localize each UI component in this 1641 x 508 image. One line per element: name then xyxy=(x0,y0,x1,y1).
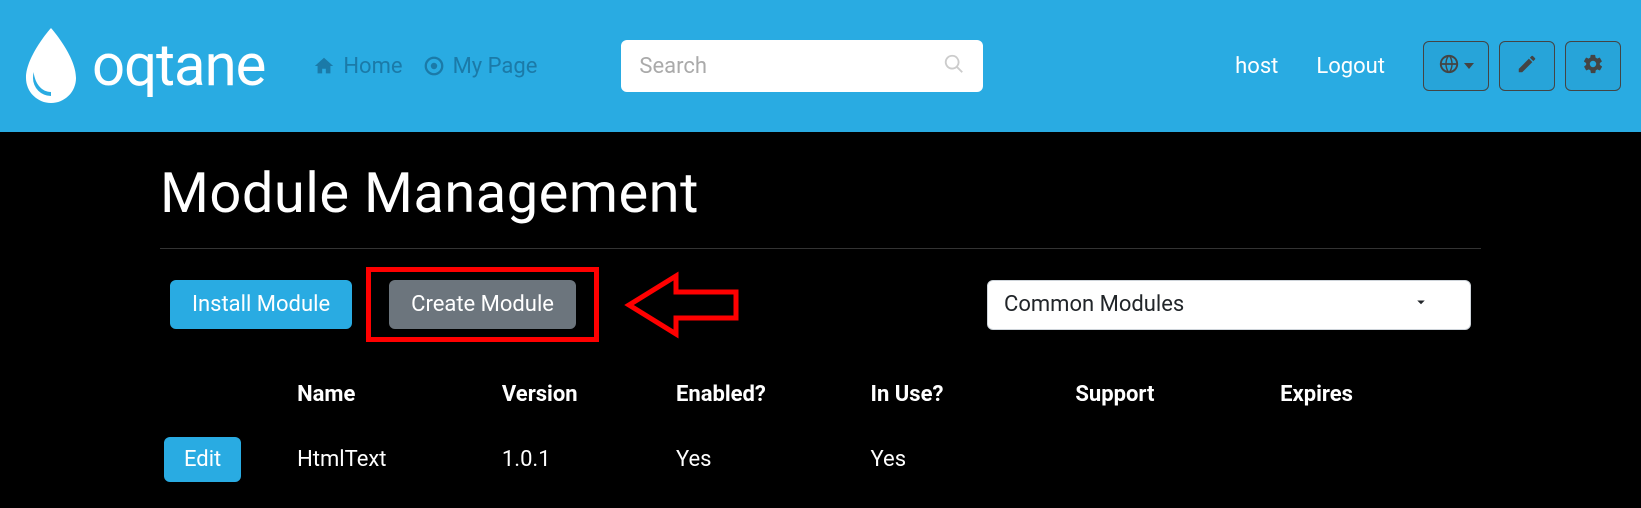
home-icon xyxy=(313,55,335,77)
cell-support xyxy=(1071,427,1276,492)
cell-name: HtmlText xyxy=(293,427,498,492)
create-module-button[interactable]: Create Module xyxy=(389,280,576,329)
logo[interactable]: oqtane xyxy=(20,26,265,106)
top-header: oqtane Home My Page host Logout xyxy=(0,0,1641,132)
user-link[interactable]: host xyxy=(1235,54,1278,79)
main-content: Module Management Install Module Create … xyxy=(0,132,1641,492)
logo-text: oqtane xyxy=(92,32,265,100)
filter-select[interactable]: Common Modules xyxy=(987,280,1471,330)
search-input[interactable] xyxy=(639,54,943,79)
primary-nav: Home My Page xyxy=(313,54,537,79)
col-version: Version xyxy=(498,372,672,427)
header-right: host Logout xyxy=(1235,41,1621,91)
modules-table: Name Version Enabled? In Use? Support Ex… xyxy=(160,372,1481,492)
col-expires: Expires xyxy=(1276,372,1481,427)
globe-icon xyxy=(1438,53,1460,79)
target-icon xyxy=(423,55,445,77)
cell-inuse: Yes xyxy=(867,427,1072,492)
edit-row-button[interactable]: Edit xyxy=(164,437,241,482)
nav-label: My Page xyxy=(453,54,538,79)
install-module-button[interactable]: Install Module xyxy=(170,280,352,329)
nav-label: Home xyxy=(343,54,402,79)
annotation-arrow-icon xyxy=(621,270,741,340)
gear-icon xyxy=(1582,53,1604,79)
settings-button[interactable] xyxy=(1565,41,1621,91)
header-action-group xyxy=(1423,41,1621,91)
cell-expires xyxy=(1276,427,1481,492)
toolbar: Install Module Create Module Common Modu… xyxy=(160,267,1481,342)
search-icon[interactable] xyxy=(943,53,965,79)
filter-select-value: Common Modules xyxy=(1004,292,1184,317)
col-name: Name xyxy=(293,372,498,427)
logo-mark-icon xyxy=(20,26,82,106)
divider xyxy=(160,248,1481,249)
chevron-down-icon xyxy=(1464,63,1474,69)
col-action xyxy=(160,372,293,427)
nav-home[interactable]: Home xyxy=(313,54,402,79)
page-title: Module Management xyxy=(160,160,1481,226)
chevron-down-icon xyxy=(1412,292,1430,317)
cell-version: 1.0.1 xyxy=(498,427,672,492)
language-button[interactable] xyxy=(1423,41,1489,91)
nav-my-page[interactable]: My Page xyxy=(423,54,538,79)
table-row: Edit HtmlText 1.0.1 Yes Yes xyxy=(160,427,1481,492)
col-enabled: Enabled? xyxy=(672,372,867,427)
logout-link[interactable]: Logout xyxy=(1316,54,1385,79)
col-support: Support xyxy=(1071,372,1276,427)
filter-select-wrap: Common Modules xyxy=(987,280,1471,330)
pencil-icon xyxy=(1516,53,1538,79)
col-inuse: In Use? xyxy=(867,372,1072,427)
edit-button[interactable] xyxy=(1499,41,1555,91)
annotation-highlight: Create Module xyxy=(366,267,599,342)
table-header-row: Name Version Enabled? In Use? Support Ex… xyxy=(160,372,1481,427)
cell-enabled: Yes xyxy=(672,427,867,492)
search-box[interactable] xyxy=(621,40,983,92)
